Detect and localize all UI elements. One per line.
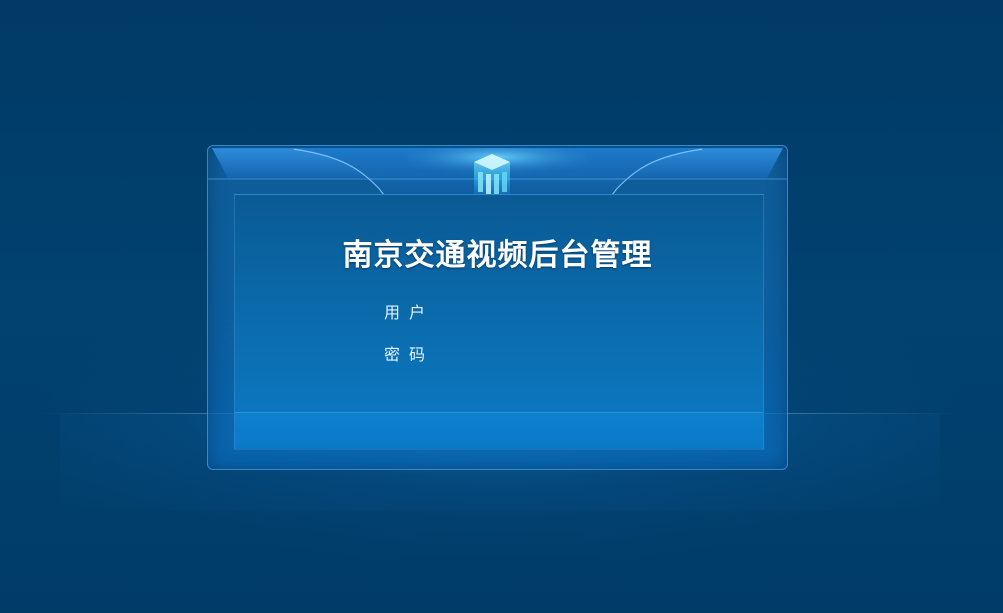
username-input[interactable]	[438, 297, 672, 323]
form-footer-band	[235, 412, 763, 449]
password-input[interactable]	[438, 339, 672, 365]
username-label: 用户	[384, 303, 435, 322]
login-panel: 南京交通视频后台管理 用户 密码	[207, 145, 788, 470]
page-title: 南京交通视频后台管理	[342, 238, 653, 273]
login-background: 南京交通视频后台管理 用户 密码	[0, 0, 1003, 613]
password-label: 密码	[384, 345, 435, 364]
building-logo-icon	[474, 154, 510, 198]
